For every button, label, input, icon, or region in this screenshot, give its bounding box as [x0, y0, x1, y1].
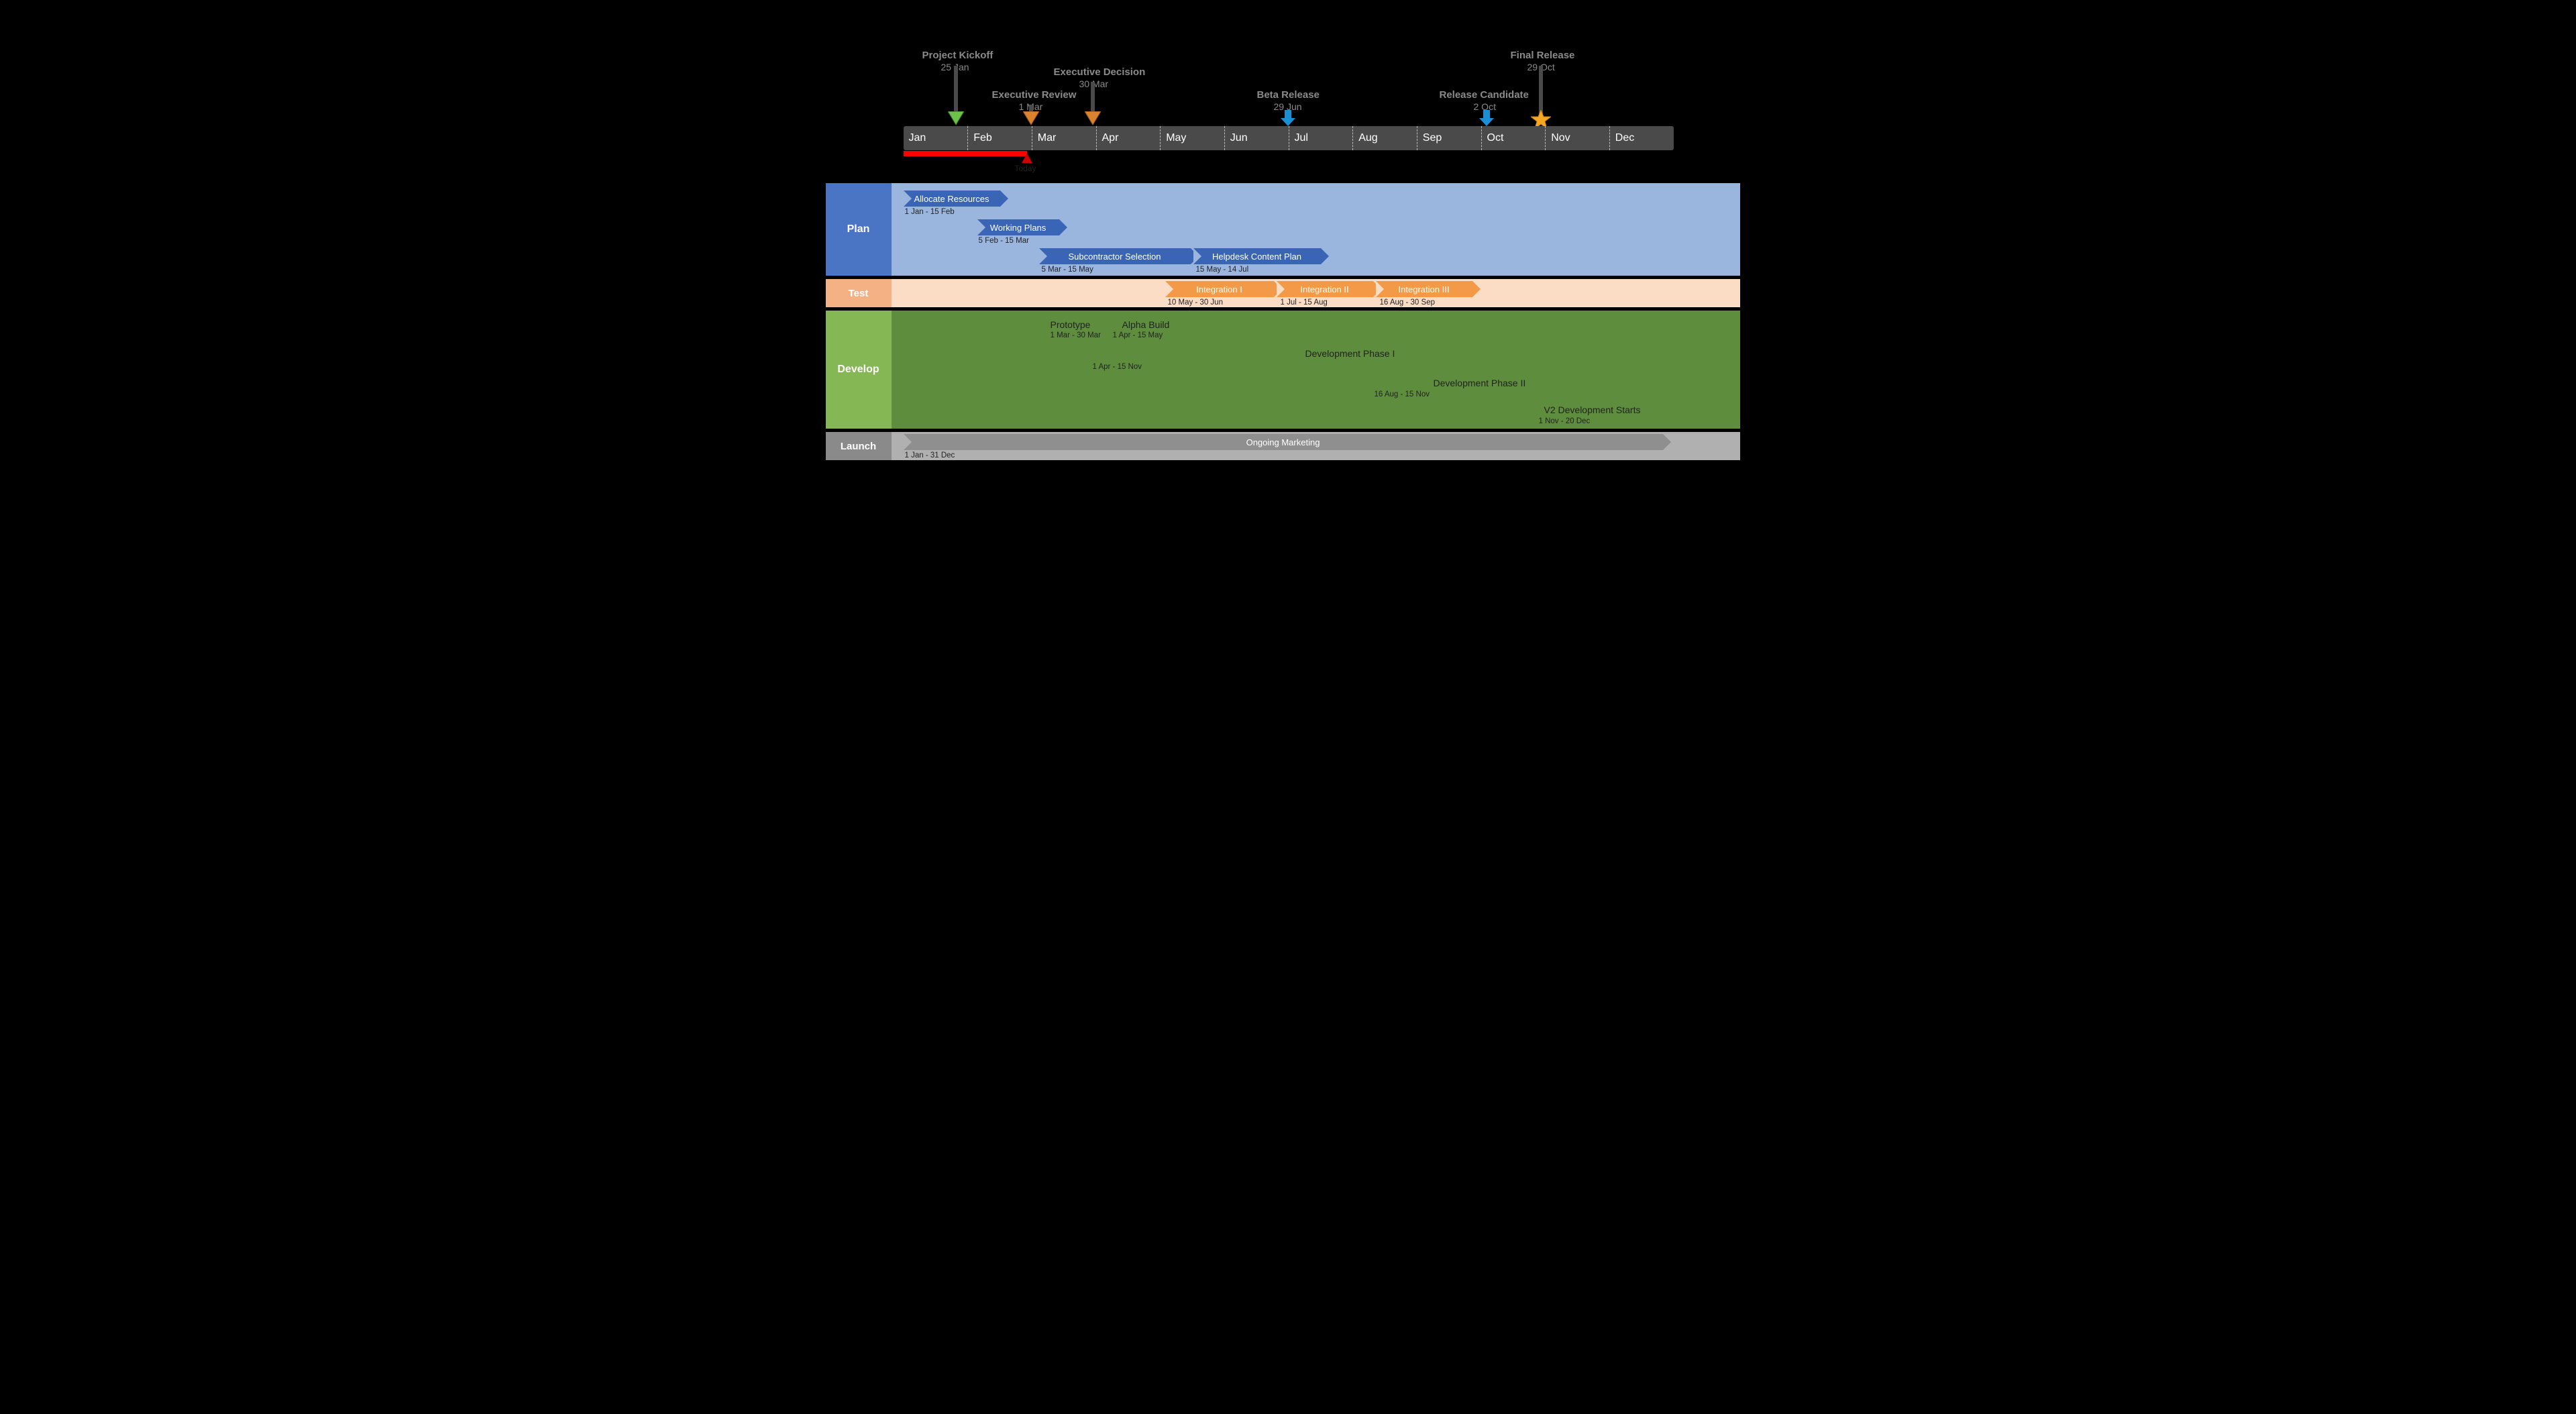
task-label: Prototype — [1051, 319, 1091, 330]
month-feb: Feb — [967, 126, 1032, 150]
task-label: Development Phase I — [1305, 348, 1395, 359]
milestone-label-rc: Release Candidate — [1440, 89, 1529, 101]
task-bar: Integration III — [1376, 281, 1472, 297]
swimlane-label-launch: Launch — [826, 432, 892, 460]
arrow-down-icon — [1281, 110, 1295, 126]
task-label: Development Phase II — [1434, 378, 1526, 388]
month-jul: Jul — [1289, 126, 1353, 150]
milestone-label-exec-decision: Executive Decision — [1054, 66, 1146, 78]
month-jan: Jan — [904, 126, 968, 150]
progress-bar — [904, 151, 1027, 156]
month-dec: Dec — [1609, 126, 1674, 150]
task-bar: Integration II — [1277, 281, 1373, 297]
task-dates: 1 Jan - 31 Dec — [905, 451, 955, 459]
month-sep: Sep — [1417, 126, 1481, 150]
month-mar: Mar — [1032, 126, 1096, 150]
swimlane-body-develop: Prototype 1 Mar - 30 Mar Alpha Build 1 A… — [892, 311, 1740, 429]
milestone-label-kickoff: Project Kickoff — [922, 50, 994, 61]
task-dates: 1 Apr - 15 May — [1113, 331, 1163, 339]
task-dates: 1 Jan - 15 Feb — [905, 208, 955, 216]
task-dates: 16 Aug - 30 Sep — [1380, 298, 1435, 307]
task-dates: 5 Feb - 15 Mar — [979, 237, 1029, 245]
task-dates: 5 Mar - 15 May — [1042, 266, 1093, 274]
milestone-stem — [1091, 82, 1095, 113]
milestone-label-final: Final Release — [1511, 50, 1575, 61]
milestone-label-exec-review: Executive Review — [992, 89, 1077, 101]
task-dates: 10 May - 30 Jun — [1168, 298, 1223, 307]
month-may: May — [1160, 126, 1224, 150]
swimlane-label-plan: Plan — [826, 183, 892, 276]
task-dates: 1 Mar - 30 Mar — [1051, 331, 1101, 339]
task-bar: Ongoing Marketing — [904, 434, 1663, 450]
month-axis: Jan Feb Mar Apr May Jun Jul Aug Sep Oct … — [904, 126, 1674, 150]
month-aug: Aug — [1352, 126, 1417, 150]
gantt-chart: Project Kickoff 25 Jan Executive Review … — [783, 0, 1794, 545]
task-bar: Working Plans — [977, 219, 1059, 235]
task-dates: 15 May - 14 Jul — [1196, 266, 1249, 274]
triangle-down-icon — [948, 111, 964, 126]
triangle-down-icon — [1085, 111, 1101, 126]
month-apr: Apr — [1096, 126, 1161, 150]
task-dates: 1 Nov - 20 Dec — [1539, 417, 1591, 425]
task-dates: 16 Aug - 15 Nov — [1375, 390, 1430, 398]
swimlane-body-plan: Allocate Resources 1 Jan - 15 Feb Workin… — [892, 183, 1740, 276]
task-label: Alpha Build — [1122, 319, 1170, 330]
task-bar: Subcontractor Selection — [1039, 248, 1191, 264]
today-label: Today — [1015, 164, 1036, 173]
today-marker-icon — [1022, 154, 1032, 163]
milestone-stem — [1539, 66, 1543, 114]
arrow-down-icon — [1479, 110, 1494, 126]
task-dates: 1 Apr - 15 Nov — [1093, 363, 1142, 371]
month-oct: Oct — [1481, 126, 1546, 150]
month-nov: Nov — [1545, 126, 1609, 150]
task-bar: Integration I — [1165, 281, 1274, 297]
task-dates: 1 Jul - 15 Aug — [1281, 298, 1328, 307]
task-bar: Allocate Resources — [904, 191, 1000, 207]
task-bar: Helpdesk Content Plan — [1193, 248, 1321, 264]
swimlane-label-develop: Develop — [826, 311, 892, 429]
milestone-label-beta: Beta Release — [1257, 89, 1320, 101]
triangle-down-icon — [1023, 111, 1039, 126]
swimlane-label-test: Test — [826, 279, 892, 307]
swimlane-body-launch: Ongoing Marketing 1 Jan - 31 Dec — [892, 432, 1740, 460]
month-jun: Jun — [1224, 126, 1289, 150]
task-label: V2 Development Starts — [1544, 404, 1641, 415]
swimlane-body-test: Integration I 10 May - 30 Jun Integratio… — [892, 279, 1740, 307]
milestone-stem — [954, 66, 958, 113]
